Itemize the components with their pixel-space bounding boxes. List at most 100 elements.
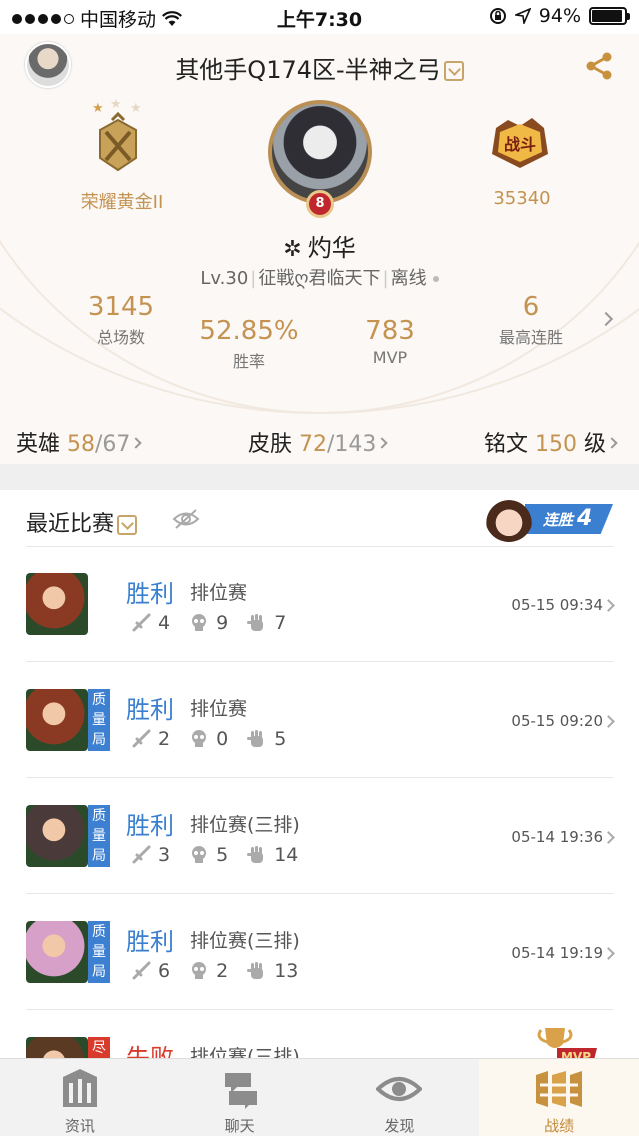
user-avatar[interactable] bbox=[268, 100, 372, 204]
match-row[interactable]: 胜利 排位赛 4 9 7 05-15 09:34 bbox=[0, 546, 639, 662]
win-streak-tag: 连胜 4 bbox=[525, 504, 613, 534]
match-mode: 排位赛 bbox=[190, 582, 248, 604]
stat-winrate-label: 胜率 bbox=[232, 352, 265, 371]
kill-sword-icon bbox=[132, 729, 151, 748]
win-streak-badge: 连胜 4 bbox=[485, 494, 613, 542]
runes-label: 铭文 bbox=[484, 432, 529, 457]
location-icon bbox=[514, 8, 531, 24]
hero-portrait bbox=[26, 689, 88, 751]
quality-match-tag: 质量局 bbox=[88, 921, 110, 983]
skins-owned: 72 bbox=[299, 432, 328, 457]
match-row[interactable]: 质量局 胜利 排位赛 2 0 5 05-15 09:20 bbox=[0, 662, 639, 778]
match-kda: 3 5 14 bbox=[130, 844, 316, 866]
rank-label: 荣耀黄金II bbox=[80, 192, 164, 213]
match-row[interactable]: 质量局 胜利 排位赛(三排) 6 2 13 05-14 19:19 bbox=[0, 894, 639, 1010]
heroes-count[interactable]: 英雄 58/67 bbox=[16, 426, 143, 458]
match-date: 05-15 09:20 bbox=[511, 712, 603, 730]
stat-total[interactable]: 3145 总场数 bbox=[56, 292, 186, 348]
match-mode: 排位赛(三排) bbox=[190, 814, 300, 836]
server-selector[interactable]: 其他手Q174区-半神之弓 bbox=[0, 50, 639, 85]
match-row[interactable]: 质量局 胜利 排位赛(三排) 3 5 14 05-14 19:36 bbox=[0, 778, 639, 894]
assist-hand-icon bbox=[247, 962, 264, 979]
mascot-avatar bbox=[485, 494, 533, 542]
profile-header: 其他手Q174区-半神之弓 ★ ★ ★ 荣耀黄金II 战斗 35340 8 ✲ 灼华 … bbox=[0, 34, 639, 464]
rotation-lock-icon bbox=[489, 8, 506, 24]
tab-news-label: 资讯 bbox=[64, 1117, 95, 1135]
server-name: 其他手Q174区-半神之弓 bbox=[175, 56, 441, 84]
war-power-value: 35340 bbox=[493, 188, 551, 209]
tab-bar: 资讯 聊天 发现 战绩 bbox=[0, 1058, 639, 1136]
hero-portrait bbox=[26, 921, 88, 983]
chevron-right-icon bbox=[602, 947, 615, 960]
skins-count[interactable]: 皮肤 72/143 bbox=[248, 426, 389, 458]
svg-text:★: ★ bbox=[92, 101, 104, 116]
chevron-right-icon bbox=[602, 599, 615, 612]
assist-count: 14 bbox=[274, 844, 299, 866]
chevron-right-icon bbox=[376, 437, 389, 449]
news-icon bbox=[62, 1069, 97, 1107]
death-count: 9 bbox=[216, 612, 229, 634]
chevron-right-icon bbox=[130, 437, 143, 449]
recent-matches-filter[interactable]: 最近比赛 bbox=[26, 506, 138, 538]
death-skull-icon bbox=[192, 846, 207, 863]
chevron-down-icon bbox=[117, 515, 138, 535]
assist-hand-icon bbox=[247, 614, 264, 631]
death-skull-icon bbox=[192, 962, 207, 979]
kill-sword-icon bbox=[132, 961, 151, 980]
match-result: 胜利 bbox=[126, 812, 174, 840]
tab-record-label: 战绩 bbox=[544, 1117, 575, 1135]
level-badge: 8 bbox=[306, 190, 334, 218]
status-right: 94% bbox=[489, 5, 630, 27]
tab-record[interactable]: 战绩 bbox=[479, 1059, 639, 1136]
skins-total: /143 bbox=[327, 432, 377, 457]
separator: | bbox=[250, 268, 257, 289]
chevron-right-icon bbox=[606, 437, 618, 449]
kill-count: 4 bbox=[158, 612, 171, 634]
assist-hand-icon bbox=[247, 846, 264, 863]
assist-count: 13 bbox=[274, 960, 299, 982]
skins-label: 皮肤 bbox=[248, 432, 293, 457]
death-count: 2 bbox=[216, 960, 229, 982]
player-level: Lv.30 bbox=[200, 268, 249, 289]
svg-text:战斗: 战斗 bbox=[504, 135, 536, 154]
player-subinfo: Lv.30 | 征戦ღ君临天下 | 离线 bbox=[0, 264, 639, 290]
hide-eye-icon[interactable] bbox=[172, 508, 200, 530]
recent-matches-title: 最近比赛 bbox=[26, 512, 115, 537]
tab-chat[interactable]: 聊天 bbox=[160, 1059, 320, 1136]
war-power-icon[interactable]: 战斗 bbox=[488, 114, 552, 170]
battery-percent: 94% bbox=[538, 5, 581, 27]
stat-total-value: 3145 bbox=[87, 292, 155, 322]
stat-streak-label: 最高连胜 bbox=[498, 328, 563, 347]
match-date: 05-14 19:36 bbox=[511, 828, 603, 846]
share-icon[interactable] bbox=[583, 50, 615, 82]
stat-mvp[interactable]: 783 MVP bbox=[325, 316, 455, 367]
chat-icon bbox=[224, 1073, 257, 1109]
hero-portrait bbox=[26, 573, 88, 635]
win-streak-count: 4 bbox=[577, 506, 593, 531]
tab-news[interactable]: 资讯 bbox=[0, 1059, 160, 1136]
death-count: 5 bbox=[216, 844, 229, 866]
gold-rank-icon[interactable]: ★ ★ ★ bbox=[86, 96, 150, 176]
player-title: 征戦ღ君临天下 bbox=[258, 268, 381, 289]
online-status: 离线 bbox=[390, 268, 427, 289]
runes-unit: 级 bbox=[584, 432, 607, 457]
tab-discover[interactable]: 发现 bbox=[320, 1059, 480, 1136]
chevron-down-icon bbox=[443, 61, 464, 81]
separator: | bbox=[382, 268, 389, 289]
stat-winrate[interactable]: 52.85% 胜率 bbox=[184, 316, 314, 372]
nickname: ✲ 灼华 bbox=[0, 228, 639, 263]
tab-chat-label: 聊天 bbox=[224, 1117, 255, 1135]
quality-match-tag: 质量局 bbox=[88, 805, 110, 867]
match-kda: 2 0 5 bbox=[130, 728, 304, 750]
assist-count: 5 bbox=[274, 728, 287, 750]
death-count: 0 bbox=[216, 728, 229, 750]
stat-streak[interactable]: 6 最高连胜 bbox=[466, 292, 596, 348]
match-result: 胜利 bbox=[126, 696, 174, 724]
runes-level[interactable]: 铭文 150 级 bbox=[484, 426, 618, 458]
stat-mvp-value: 783 bbox=[365, 316, 415, 346]
tab-discover-label: 发现 bbox=[384, 1117, 415, 1135]
nick-symbol: ✲ bbox=[283, 237, 302, 262]
record-icon bbox=[536, 1071, 583, 1107]
kill-sword-icon bbox=[132, 613, 151, 632]
kill-count: 3 bbox=[158, 844, 171, 866]
